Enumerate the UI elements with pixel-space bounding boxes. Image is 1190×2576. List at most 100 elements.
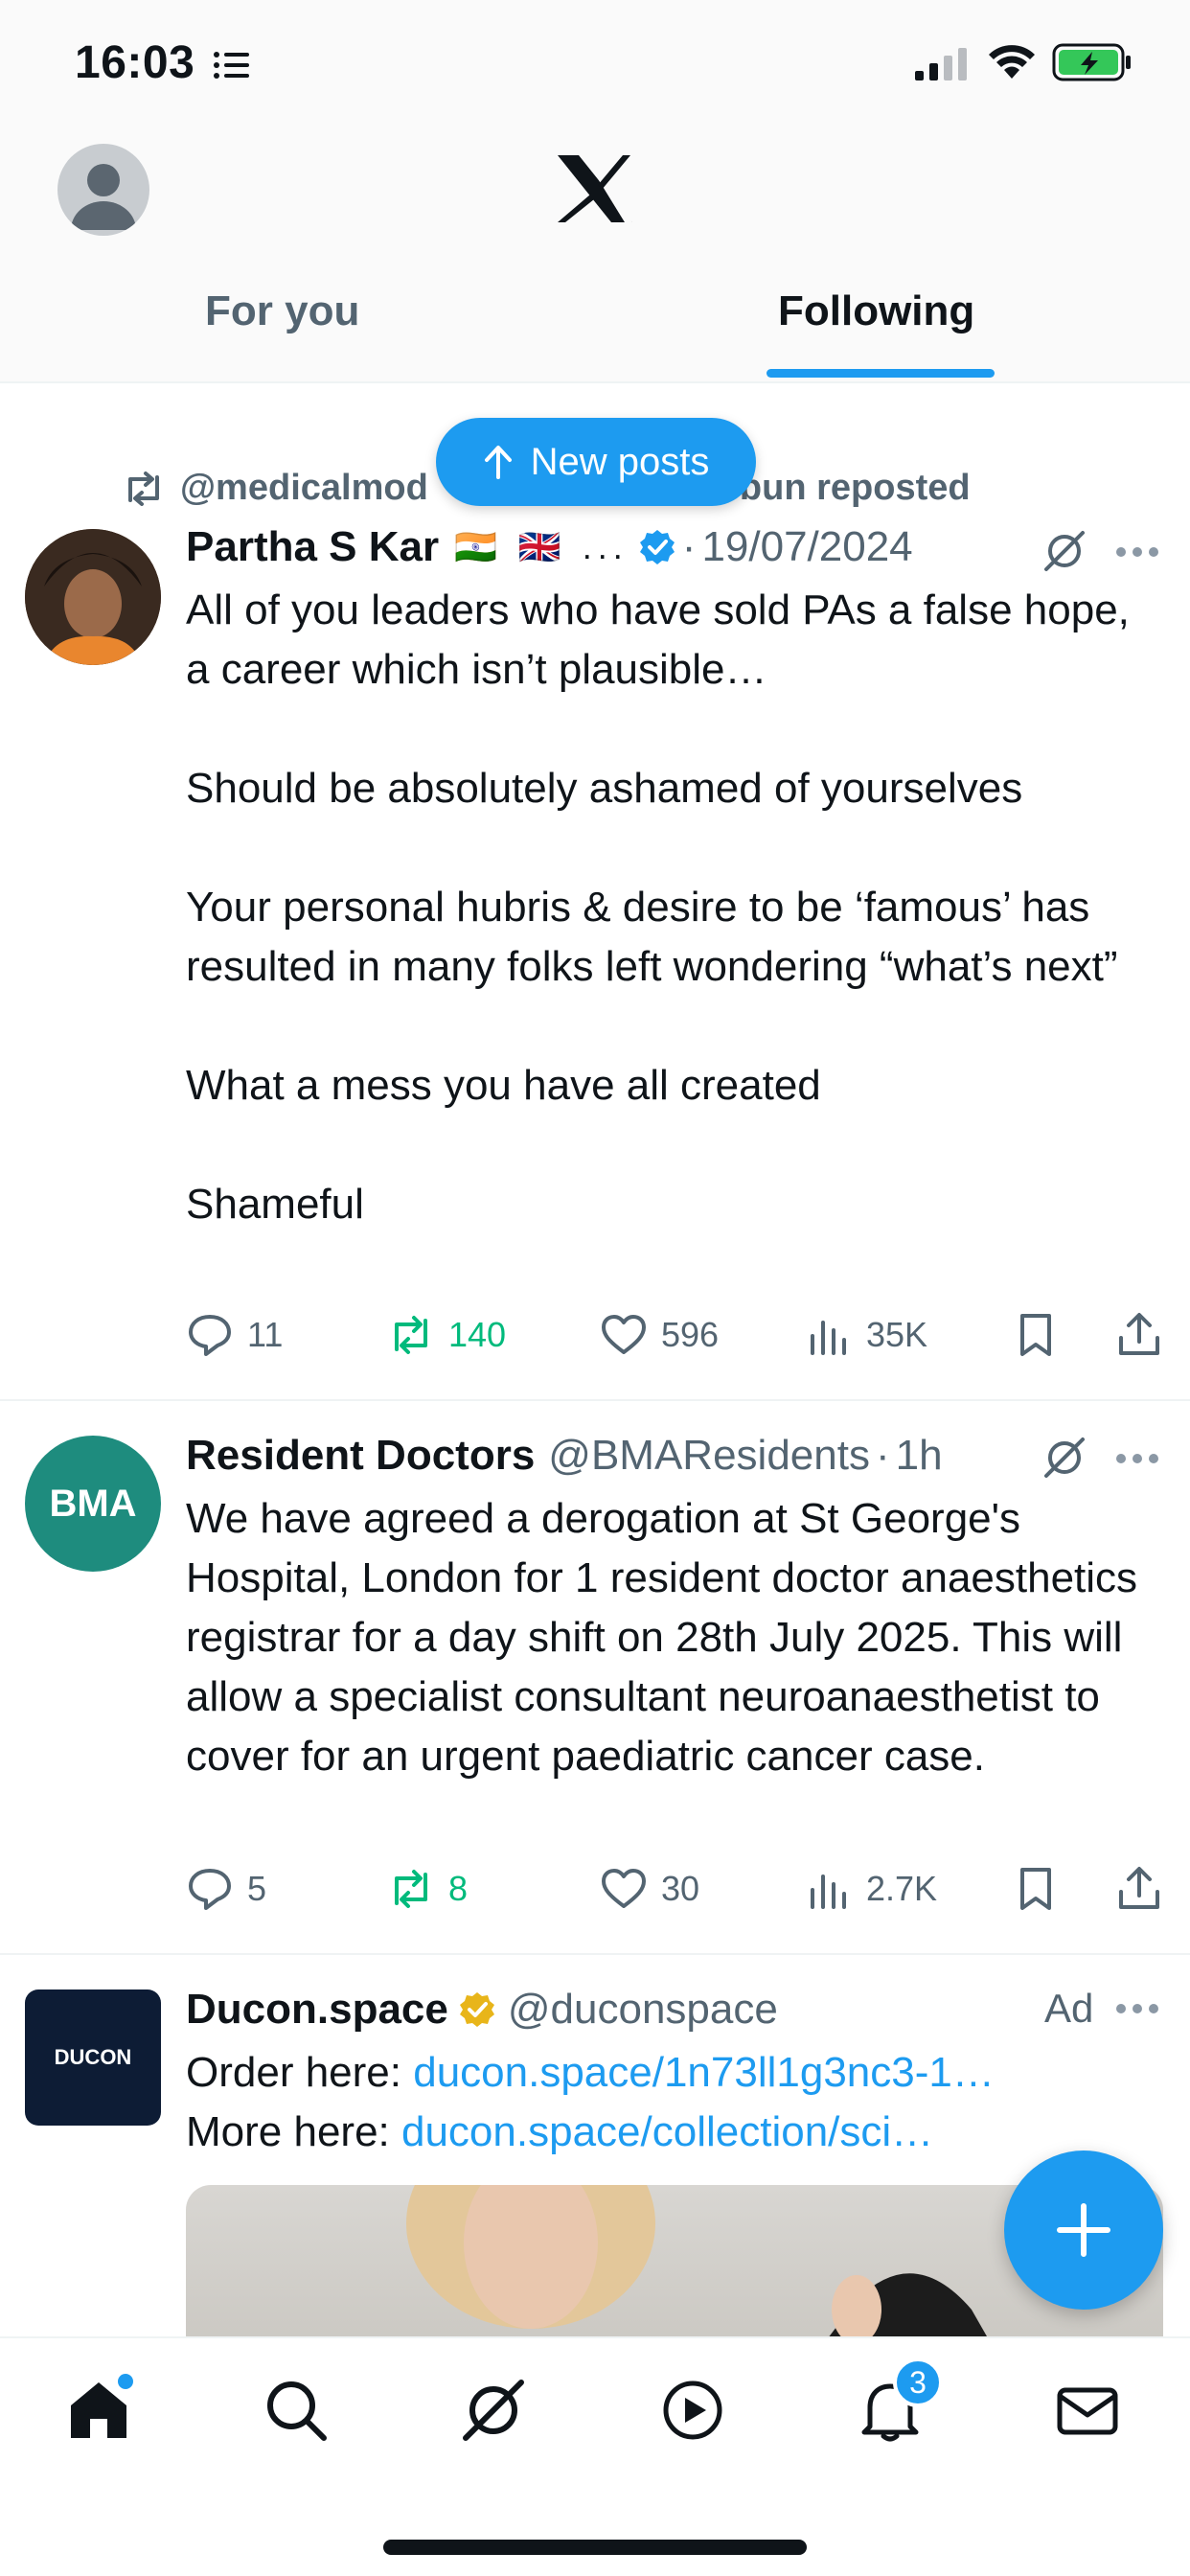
nav-grok[interactable]	[460, 2377, 537, 2453]
profile-avatar-button[interactable]	[57, 144, 149, 236]
order-line: Order here: ducon.space/1n73ll1g3nc3-1…	[186, 2043, 1163, 2103]
x-logo-icon	[558, 155, 632, 222]
author-handle[interactable]: @duconspace	[508, 1986, 778, 2034]
grok-icon[interactable]	[1042, 529, 1087, 573]
avatar[interactable]	[25, 529, 161, 665]
tweet-text: We have agreed a derogation at St George…	[186, 1495, 1138, 1780]
grok-icon	[463, 2380, 524, 2441]
unread-dot	[115, 2371, 136, 2392]
heart-icon	[602, 1869, 646, 1908]
views-button[interactable]: 35K	[805, 1311, 927, 1359]
heart-icon	[602, 1315, 646, 1354]
nav-search[interactable]	[263, 2377, 339, 2453]
avatar-label: BMA	[49, 1482, 137, 1525]
search-icon	[267, 2381, 327, 2441]
tweet-header: Resident Doctors @BMAResidents · 1h	[186, 1432, 943, 1480]
tweet[interactable]: BMA Resident Doctors @BMAResidents · 1h …	[0, 1401, 1190, 1955]
grok-icon[interactable]	[1042, 1436, 1087, 1480]
like-count: 30	[661, 1869, 700, 1908]
user-placeholder-icon	[71, 164, 136, 230]
reposted-by-handle: @medicalmod	[180, 468, 428, 508]
order-prefix: Order here:	[186, 2049, 414, 2096]
nav-messages[interactable]	[1054, 2377, 1131, 2453]
nav-video[interactable]	[659, 2377, 736, 2453]
like-button[interactable]: 30	[600, 1865, 699, 1913]
divider	[0, 381, 1190, 383]
home-indicator	[383, 2540, 807, 2555]
order-link[interactable]: ducon.space/1n73ll1g3nc3-1…	[413, 2049, 995, 2096]
tab-for-you[interactable]: For you	[205, 288, 359, 335]
author-name[interactable]: Partha S Kar	[186, 523, 439, 571]
tweet[interactable]: @medicalmod ebun reposted Partha S Kar 🇮…	[0, 427, 1190, 1401]
bookmark-button[interactable]	[1012, 1865, 1060, 1913]
like-count: 596	[661, 1315, 720, 1354]
repost-count: 8	[448, 1869, 469, 1908]
avatar[interactable]: BMA	[25, 1436, 161, 1572]
share-icon	[1119, 1313, 1159, 1355]
repost-icon	[395, 1870, 427, 1908]
view-count: 35K	[866, 1315, 928, 1354]
tab-following[interactable]: Following	[778, 288, 974, 335]
verified-badge-icon	[639, 530, 675, 564]
bottom-navigation: 3	[0, 2336, 1190, 2576]
author-handle[interactable]: @BMAResidents	[548, 1432, 870, 1480]
post-time[interactable]: 19/07/2024	[701, 523, 912, 571]
compose-post-button[interactable]	[1004, 2150, 1163, 2310]
battery-charging-icon	[1052, 43, 1131, 81]
avatar[interactable]: DUCON	[25, 1990, 161, 2126]
nav-home[interactable]	[65, 2371, 142, 2453]
reply-count: 11	[247, 1315, 284, 1354]
status-time: 16:03	[75, 37, 195, 88]
analytics-icon	[811, 1874, 846, 1909]
reply-button[interactable]: 5	[186, 1865, 266, 1913]
more-options-icon[interactable]	[1115, 1453, 1159, 1464]
author-name[interactable]: Ducon.space	[186, 1986, 448, 2034]
author-name[interactable]: Resident Doctors	[186, 1432, 535, 1480]
nav-notifications[interactable]: 3	[857, 2358, 943, 2453]
repost-icon	[128, 471, 159, 506]
like-button[interactable]: 596	[600, 1311, 719, 1359]
timeline-header: For you Following	[0, 125, 1190, 383]
more-line: More here: ducon.space/collection/sci…	[186, 2103, 1163, 2162]
new-posts-label: New posts	[530, 440, 710, 483]
tweet-header: Partha S Kar 🇮🇳 🇬🇧 ... · 19/07/2024	[186, 523, 913, 571]
view-count: 2.7K	[866, 1869, 938, 1908]
reposted-by-suffix: ebun reposted	[719, 468, 971, 508]
repost-button[interactable]: 8	[387, 1865, 468, 1913]
share-button[interactable]	[1115, 1311, 1163, 1359]
reply-icon	[189, 1869, 231, 1910]
more-prefix: More here:	[186, 2108, 401, 2155]
separator-dot: ·	[875, 1432, 890, 1479]
wifi-icon	[989, 45, 1035, 79]
arrow-up-icon	[484, 446, 512, 479]
new-posts-button[interactable]: New posts	[436, 418, 756, 506]
list-icon	[214, 52, 249, 79]
repost-count: 140	[448, 1315, 507, 1354]
promoted-tweet[interactable]: DUCON Ducon.space @duconspace Ad Order h…	[0, 1955, 1190, 2377]
play-circle-icon	[663, 2380, 722, 2440]
plus-icon	[1057, 2203, 1110, 2257]
avatar-label: DUCON	[54, 2045, 132, 2069]
tweet-text: Order here: ducon.space/1n73ll1g3nc3-1… …	[186, 2043, 1163, 2162]
more-options-icon[interactable]	[1115, 546, 1159, 558]
analytics-icon	[811, 1321, 846, 1355]
envelope-icon	[1057, 2387, 1118, 2435]
tweet-actions: 11 140 596 35K	[186, 1311, 1163, 1368]
more-link[interactable]: ducon.space/collection/sci…	[401, 2108, 933, 2155]
bookmark-icon	[1020, 1314, 1051, 1356]
repost-icon	[395, 1316, 427, 1354]
post-time[interactable]: 1h	[896, 1432, 943, 1480]
reply-button[interactable]: 11	[186, 1311, 283, 1359]
share-button[interactable]	[1115, 1865, 1163, 1913]
bookmark-button[interactable]	[1012, 1311, 1060, 1359]
tweet-header: Ducon.space @duconspace	[186, 1986, 778, 2034]
avatar-photo	[25, 529, 161, 665]
reply-icon	[189, 1315, 231, 1356]
tweet-actions: 5 8 30 2.7K	[186, 1865, 1163, 1922]
separator-dot: ·	[681, 523, 697, 570]
views-button[interactable]: 2.7K	[805, 1865, 937, 1913]
share-icon	[1119, 1867, 1159, 1909]
more-options-icon[interactable]	[1115, 2003, 1159, 2014]
author-flags: 🇮🇳 🇬🇧 ...	[454, 527, 629, 566]
repost-button[interactable]: 140	[387, 1311, 506, 1359]
